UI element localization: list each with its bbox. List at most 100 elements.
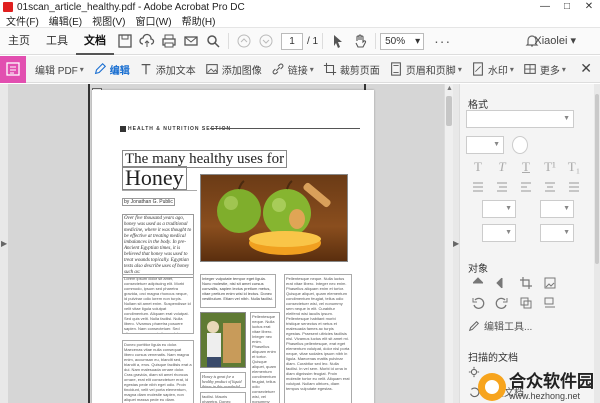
page-up-icon[interactable] (233, 30, 255, 52)
paragraph-spacing-select[interactable]: ▼ (540, 200, 574, 218)
crop-pages-button[interactable]: 裁剪页面 (323, 62, 380, 77)
edit-pdf-tool-icon[interactable] (0, 55, 26, 83)
menu-window[interactable]: 窗口(W) (135, 13, 171, 28)
beekeeper-photo[interactable] (200, 312, 246, 368)
edit-tools-dropdown[interactable]: 编辑工具... (468, 318, 532, 333)
superscript-icon[interactable]: T¹ (538, 158, 562, 176)
toolbar-separator (322, 33, 324, 49)
section-heading: HEALTH & NUTRITION SECTION (128, 126, 232, 132)
add-image-button[interactable]: 添加图像 (205, 62, 262, 77)
line-spacing-select[interactable]: ▼ (482, 200, 516, 218)
hand-tool-icon[interactable] (349, 30, 371, 52)
underline-text-icon[interactable]: T (514, 158, 538, 176)
zoom-select[interactable]: 50% ▾ (380, 32, 425, 50)
link-dropdown[interactable]: 链接 ▾ (271, 62, 314, 77)
menu-help[interactable]: 帮助(H) (182, 13, 216, 28)
tab-home[interactable]: 主页 (0, 28, 38, 55)
edit-pdf-label: 编辑 PDF (35, 65, 78, 77)
watermark-label: 水印 (487, 65, 508, 77)
menu-file[interactable]: 文件(F) (6, 13, 39, 28)
user-name: Xiaolei (534, 35, 568, 47)
align-center-icon[interactable] (538, 178, 562, 196)
caption-block-2[interactable]: Honey is great for a healthy product of … (200, 372, 246, 388)
numbered-list-icon[interactable] (490, 178, 514, 196)
select-cursor-icon[interactable] (327, 30, 349, 52)
rotate-right-icon[interactable] (490, 294, 514, 312)
font-family-select[interactable]: ▼ (466, 110, 574, 128)
edit-pdf-dropdown[interactable]: 编辑 PDF ▾ (35, 62, 84, 77)
more-dropdown[interactable]: 更多 ▾ (523, 62, 566, 77)
site-watermark: 合众软件园 www.hezhong.net (478, 373, 594, 401)
body-text-column-5[interactable]: Pellentesque neque. Nulla luctus erat vi… (284, 274, 352, 403)
zoom-value: 50% (385, 35, 406, 47)
apples-honey-photo[interactable] (200, 174, 348, 262)
pencil-icon (94, 62, 106, 75)
align-justify-icon[interactable] (562, 178, 586, 196)
character-spacing-select[interactable]: ▼ (540, 224, 574, 242)
align-objects-icon[interactable] (538, 294, 562, 312)
vertical-scrollbar[interactable]: ▲ (444, 84, 453, 403)
caption-block-1[interactable]: Integer vulputate tempor eget ligula. Nu… (200, 274, 276, 308)
panel-scrollbar-thumb[interactable] (595, 94, 599, 264)
watermark-dropdown[interactable]: 水印 ▾ (471, 62, 514, 77)
page-down-icon[interactable] (255, 30, 277, 52)
body-text-column-4[interactable]: Pellentesque neque. Nulla luctus erat vi… (250, 312, 280, 403)
headline-rule (122, 190, 197, 191)
body-text-block-2[interactable]: Donec porttitor ligula eu dolor. Maecena… (122, 340, 194, 403)
header-footer-dropdown[interactable]: 页眉和页脚 ▾ (389, 62, 462, 77)
menu-view[interactable]: 视图(V) (92, 13, 125, 28)
print-icon[interactable] (158, 30, 180, 52)
arrange-icon[interactable] (514, 294, 538, 312)
italic-text-icon[interactable]: T (490, 158, 514, 176)
bullet-list-icon[interactable] (466, 178, 490, 196)
page-number-input[interactable]: 1 (281, 32, 303, 50)
font-size-select[interactable]: ▼ (466, 136, 504, 154)
tab-document[interactable]: 文档 (76, 28, 114, 55)
pdf-page[interactable]: HEALTH & NUTRITION SECTION The many heal… (92, 90, 374, 403)
user-menu[interactable]: Xiaolei ▾ (534, 28, 576, 55)
font-color-picker[interactable] (512, 136, 528, 154)
chevron-down-icon: ▾ (309, 64, 314, 74)
scrollbar-thumb[interactable] (446, 96, 452, 126)
more-label: 更多 (539, 65, 560, 77)
search-icon[interactable] (202, 30, 224, 52)
replace-image-icon[interactable] (538, 274, 562, 292)
document-canvas[interactable]: HEALTH & NUTRITION SECTION The many heal… (8, 84, 456, 403)
text-icon (141, 64, 151, 75)
subscript-icon[interactable]: T₁ (562, 158, 586, 176)
more-options-icon[interactable]: ··· (434, 33, 451, 49)
text-style-row: T T T T¹ T₁ (466, 158, 586, 176)
cloud-upload-icon[interactable] (136, 30, 158, 52)
link-label: 链接 (287, 65, 308, 77)
byline[interactable]: by Jonathan G. Public (122, 198, 175, 206)
close-window-button[interactable]: ✕ (578, 0, 600, 14)
email-icon[interactable] (180, 30, 202, 52)
flip-horizontal-icon[interactable] (490, 274, 514, 292)
menu-edit[interactable]: 编辑(E) (49, 13, 82, 28)
page-total: / 1 (307, 35, 319, 47)
minimize-button[interactable]: — (534, 0, 556, 14)
watermark-icon (472, 62, 483, 76)
scroll-up-icon[interactable]: ▲ (446, 85, 453, 92)
edit-button[interactable]: 编辑 (93, 62, 130, 77)
body-text-block-3[interactable]: facilisi. Mauris pharetra. Donec augue. … (200, 392, 246, 403)
panel-scrollbar[interactable] (594, 84, 600, 403)
horizontal-scaling-select[interactable]: ▼ (482, 224, 516, 242)
watermark-logo-icon (478, 373, 506, 401)
rotate-left-icon[interactable] (466, 294, 490, 312)
scan-border-left (88, 84, 90, 403)
align-left-icon[interactable] (514, 178, 538, 196)
add-text-button[interactable]: 添加文本 (139, 62, 196, 77)
chevron-down-icon: ▼ (493, 141, 500, 148)
headline-line-2[interactable]: Honey (122, 166, 187, 190)
intro-text-block[interactable]: Over five thousand years ago, honey was … (122, 214, 194, 278)
maximize-button[interactable]: □ (556, 0, 578, 14)
tab-tools[interactable]: 工具 (38, 28, 76, 55)
body-text-block-1[interactable]: Lorem ipsum dolor sit amet, consectetuer… (122, 274, 194, 334)
close-toolbar-icon[interactable]: ✕ (580, 60, 592, 77)
left-panel-toggle[interactable]: ▶ (0, 84, 8, 403)
text-size-icon[interactable]: T (466, 158, 490, 176)
flip-vertical-icon[interactable] (466, 274, 490, 292)
save-icon[interactable] (114, 30, 136, 52)
crop-object-icon[interactable] (514, 274, 538, 292)
